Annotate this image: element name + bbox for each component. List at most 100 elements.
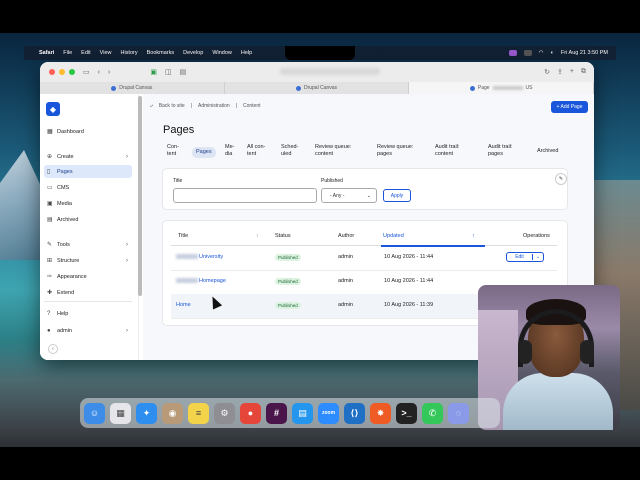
share-icon[interactable]: ⇪	[557, 68, 563, 76]
dock-docker-icon[interactable]: ▤	[292, 402, 313, 424]
tab-audit-trail-pages[interactable]: Audit trail: pages	[488, 144, 512, 158]
browser-tab-3[interactable]: Page US	[409, 82, 594, 94]
row-author[interactable]: admin	[338, 278, 353, 284]
tab-overview-icon[interactable]: ⧉	[581, 68, 586, 76]
tab-label-line1: Audit trail:	[435, 144, 460, 150]
chevron-down-icon[interactable]: ⌄	[532, 254, 543, 260]
menu-develop[interactable]: Develop	[183, 50, 203, 56]
sidebar-item-create[interactable]: ⊕ Create ›	[44, 150, 132, 163]
menu-history[interactable]: History	[120, 50, 137, 56]
menubar-clock[interactable]: Fri Aug 21 3:50 PM	[561, 50, 608, 56]
browser-tab-1[interactable]: Drupal Canvas	[40, 82, 225, 94]
apply-button[interactable]: Apply	[383, 189, 411, 202]
row-title-link[interactable]: Home	[176, 302, 191, 308]
sidebar-item-label: Dashboard	[57, 128, 84, 135]
page-menu-icon[interactable]: ▤	[180, 68, 187, 76]
dock-launchpad-icon[interactable]: ▦	[110, 402, 131, 424]
back-icon[interactable]: ‹	[98, 69, 100, 76]
forward-icon[interactable]: ›	[108, 69, 110, 76]
menu-file[interactable]: File	[63, 50, 72, 56]
sidebar-item-admin[interactable]: ● admin ›	[44, 324, 132, 337]
tab-archived[interactable]: Archived	[537, 148, 558, 155]
tab-audit-trail-content[interactable]: Audit trail: content	[435, 144, 459, 158]
tab-all-content[interactable]: All con-tent	[247, 144, 265, 158]
row-title-link[interactable]: University	[176, 254, 223, 260]
sort-icon[interactable]: ↕	[256, 233, 259, 239]
tab-media[interactable]: Me-dia	[225, 144, 234, 158]
sidebar-item-structure[interactable]: ⊞ Structure ›	[44, 254, 132, 267]
sidebar-scrollbar[interactable]	[138, 96, 142, 296]
breadcrumb-back-to-site[interactable]: Back to site	[159, 103, 185, 109]
archive-icon: ▤	[47, 216, 53, 223]
dock-terminal-icon[interactable]: >_	[396, 402, 417, 424]
collapse-sidebar-button[interactable]: ‹	[48, 344, 58, 354]
sidebar-item-help[interactable]: ? Help	[44, 307, 132, 320]
row-author[interactable]: admin	[338, 254, 353, 260]
dock-finder-icon[interactable]: ☺	[84, 402, 105, 424]
tray-battery-icon[interactable]	[523, 50, 532, 56]
breadcrumb-administration[interactable]: Administration	[198, 103, 230, 109]
tab-label-line2: content	[435, 151, 454, 157]
published-select[interactable]: - Any - ⌄	[321, 188, 377, 203]
menu-edit[interactable]: Edit	[81, 50, 90, 56]
menu-help[interactable]: Help	[241, 50, 252, 56]
minimize-window-button[interactable]	[59, 69, 65, 75]
dock-safari-icon[interactable]: ✦	[136, 402, 157, 424]
browser-tab-2[interactable]: Drupal Canvas	[225, 82, 410, 94]
column-header-title[interactable]: Title	[178, 233, 188, 239]
dock-slack-icon[interactable]: #	[266, 402, 287, 424]
sidebar-item-cms[interactable]: ▭ CMS	[44, 181, 132, 194]
title-filter-input[interactable]	[173, 188, 317, 203]
tab-review-queue-pages[interactable]: Review queue: pages	[377, 144, 413, 158]
new-tab-icon[interactable]: +	[570, 68, 574, 76]
address-bar[interactable]	[280, 67, 430, 77]
edit-dropbutton[interactable]: Edit ⌄	[506, 252, 544, 262]
tab-scheduled[interactable]: Sched-uled	[281, 144, 298, 158]
sidebar-item-label: Tools	[57, 241, 70, 248]
sidebar-item-pages[interactable]: ▯ Pages	[44, 165, 132, 178]
sidebar-item-appearance[interactable]: ✑ Appearance	[44, 270, 132, 283]
drupal-logo-icon[interactable]: ◆	[46, 102, 60, 116]
tray-wifi-icon[interactable]: ◠	[539, 50, 544, 56]
reload-icon[interactable]: ↻	[544, 68, 550, 76]
edit-pencil-icon[interactable]: ✎	[555, 173, 567, 185]
dock-zoom-icon[interactable]: zoom	[318, 402, 339, 424]
menu-app-name[interactable]: Safari	[39, 50, 54, 56]
sidebar-item-archived[interactable]: ▤ Archived	[44, 213, 132, 226]
sort-ascending-icon[interactable]: ↑	[472, 233, 475, 239]
tab-content[interactable]: Con-tent	[167, 144, 179, 158]
menu-view[interactable]: View	[100, 50, 112, 56]
edit-button[interactable]: Edit	[507, 254, 532, 260]
dock-loader-icon[interactable]: ◌	[448, 402, 469, 424]
sidebar-item-dashboard[interactable]: ▦ Dashboard	[44, 125, 132, 138]
sidebar-item-tools[interactable]: ✎ Tools ›	[44, 238, 132, 251]
sidebar-item-extend[interactable]: ✚ Extend	[44, 286, 132, 299]
dock-settings-icon[interactable]: ⚙	[214, 402, 235, 424]
column-header-updated[interactable]: Updated	[383, 233, 404, 239]
menu-bookmarks[interactable]: Bookmarks	[147, 50, 175, 56]
dock-vscode-icon[interactable]: ⟨⟩	[344, 402, 365, 424]
breadcrumb-back-icon: ⤶	[150, 103, 153, 109]
privacy-icon[interactable]: ◫	[165, 68, 172, 76]
tray-app-icon[interactable]	[508, 50, 517, 56]
dock-phone-icon[interactable]: ✆	[422, 402, 443, 424]
column-header-author[interactable]: Author	[338, 233, 354, 239]
zoom-window-button[interactable]	[69, 69, 75, 75]
sidebar-item-media[interactable]: ▣ Media	[44, 197, 132, 210]
dock-postman-icon[interactable]: ✸	[370, 402, 391, 424]
menu-window[interactable]: Window	[212, 50, 232, 56]
row-title-link[interactable]: Homepage	[176, 278, 226, 284]
dock-notes-icon[interactable]: ≡	[188, 402, 209, 424]
tab-pages[interactable]: Pages	[192, 147, 216, 158]
column-header-status[interactable]: Status	[275, 233, 291, 239]
add-page-button[interactable]: + Add Page	[551, 101, 588, 113]
close-window-button[interactable]	[49, 69, 55, 75]
dock-contacts-icon[interactable]: ◉	[162, 402, 183, 424]
dock-chrome-icon[interactable]: ●	[240, 402, 261, 424]
tab-review-queue-content[interactable]: Review queue: content	[315, 144, 351, 158]
extension-icon[interactable]: ▣	[150, 68, 157, 76]
row-author[interactable]: admin	[338, 302, 353, 308]
sidebar-toggle-icon[interactable]: ▭	[83, 68, 90, 76]
breadcrumb-content[interactable]: Content	[243, 103, 261, 109]
tray-control-center-icon[interactable]: ◐	[551, 50, 554, 56]
